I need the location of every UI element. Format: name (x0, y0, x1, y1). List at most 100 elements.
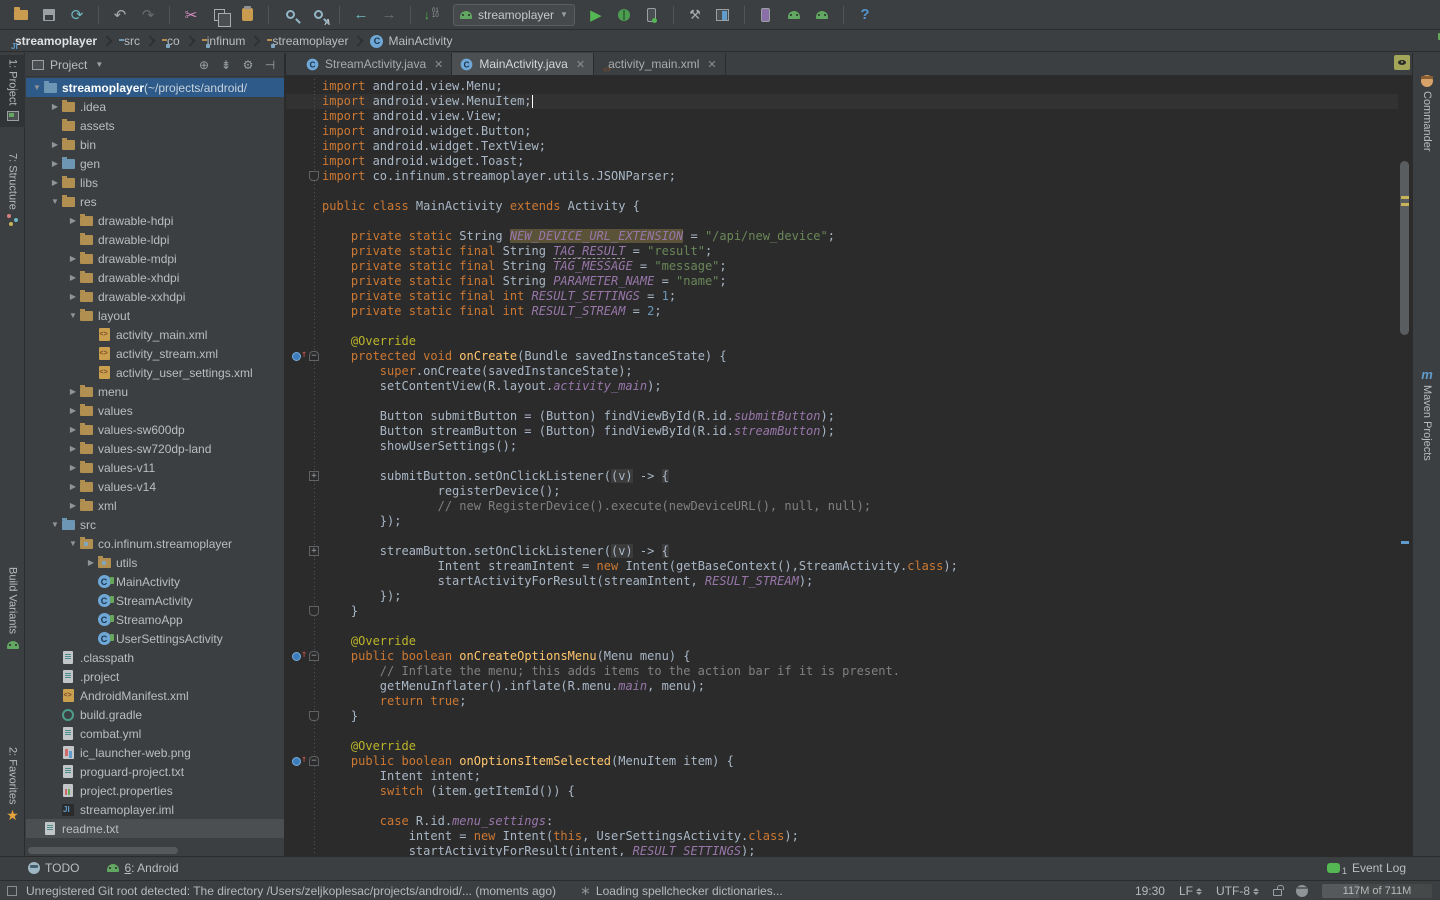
code-line[interactable]: import android.view.View; (286, 109, 1398, 124)
tree-expand-arrow[interactable]: ▶ (68, 501, 78, 510)
tree-expand-arrow[interactable]: ▶ (68, 463, 78, 472)
warning-stripe-mark[interactable] (1401, 203, 1409, 206)
tree-expand-arrow[interactable]: ▶ (50, 159, 60, 168)
tree-item[interactable]: ▶drawable-hdpi (26, 211, 284, 230)
find-icon[interactable] (279, 4, 301, 26)
code-line[interactable]: Intent intent; (286, 769, 1398, 784)
open-icon[interactable] (10, 4, 32, 26)
code-line[interactable]: switch (item.getItemId()) { (286, 784, 1398, 799)
close-icon[interactable]: ✕ (576, 58, 585, 71)
fold-marker[interactable]: − (308, 349, 322, 364)
chevron-down-icon[interactable]: ▼ (95, 60, 103, 69)
hector-inspector-icon[interactable] (1296, 885, 1308, 897)
code-line[interactable]: }); (286, 589, 1398, 604)
tree-item[interactable]: CMainActivity (26, 572, 284, 591)
code-line[interactable] (286, 529, 1398, 544)
tree-item[interactable]: ▼src (26, 515, 284, 534)
code-line[interactable]: private static final String PARAMETER_NA… (286, 274, 1398, 289)
code-line[interactable]: setContentView(R.layout.activity_main); (286, 379, 1398, 394)
code-line[interactable]: return true; (286, 694, 1398, 709)
encoding-select[interactable]: UTF-8 (1216, 884, 1259, 898)
code-line[interactable]: import android.widget.Button; (286, 124, 1398, 139)
tree-expand-arrow[interactable]: ▶ (68, 292, 78, 301)
tree-expand-arrow[interactable]: ▼ (50, 520, 60, 529)
copy-icon[interactable] (208, 4, 230, 26)
forward-icon[interactable]: → (378, 4, 400, 26)
tree-item[interactable]: assets (26, 116, 284, 135)
code-line[interactable]: ↑− protected void onCreate(Bundle savedI… (286, 349, 1398, 364)
redo-icon[interactable]: ↷ (137, 4, 159, 26)
code-line[interactable]: import android.view.Menu; (286, 79, 1398, 94)
tree-expand-arrow[interactable]: ▶ (68, 254, 78, 263)
warning-stripe-mark[interactable] (1401, 196, 1409, 199)
editor-tab[interactable]: activity_main.xml✕ (594, 53, 726, 75)
tree-item[interactable]: ▶xml (26, 496, 284, 515)
code-line[interactable]: ↑− public boolean onCreateOptionsMenu(Me… (286, 649, 1398, 664)
tree-expand-arrow[interactable]: ▶ (50, 140, 60, 149)
sidebar-tab-maven[interactable]: m Maven Projects (1413, 363, 1440, 465)
tree-item[interactable]: ▶drawable-mdpi (26, 249, 284, 268)
tree-item[interactable]: ▶values-sw600dp (26, 420, 284, 439)
code-line[interactable]: } (286, 709, 1398, 724)
undo-icon[interactable]: ↶ (109, 4, 131, 26)
fold-marker[interactable]: + (308, 469, 322, 484)
tree-item[interactable]: AndroidManifest.xml (26, 686, 284, 705)
tree-item[interactable]: ▼res (26, 192, 284, 211)
breadcrumb-item[interactable]: src (117, 31, 142, 52)
override-gutter-icon[interactable]: ↑ (286, 349, 308, 364)
tree-item[interactable]: ▶drawable-xhdpi (26, 268, 284, 287)
history-icon[interactable]: 0110 (421, 4, 443, 26)
fold-marker[interactable]: − (308, 649, 322, 664)
fold-marker[interactable] (308, 604, 322, 619)
synchronize-icon[interactable]: ⟳ (66, 4, 88, 26)
tree-item[interactable]: proguard-project.txt (26, 762, 284, 781)
code-line[interactable]: import android.widget.Toast; (286, 154, 1398, 169)
back-icon[interactable]: ← (350, 4, 372, 26)
event-log-button[interactable]: 1 Event Log (1327, 860, 1406, 876)
tree-expand-arrow[interactable]: ▶ (68, 406, 78, 415)
editor-scrollbar[interactable] (1398, 79, 1412, 856)
run-icon[interactable]: ▶ (585, 4, 607, 26)
tree-expand-arrow[interactable]: ▶ (68, 273, 78, 282)
settings-gear-icon[interactable]: ⚙ (240, 58, 256, 72)
tree-item[interactable]: CUserSettingsActivity (26, 629, 284, 648)
override-gutter-icon[interactable]: ↑ (286, 649, 308, 664)
info-stripe-mark[interactable] (1401, 541, 1409, 544)
status-message[interactable]: Unregistered Git root detected: The dire… (26, 884, 556, 898)
sidebar-tab-structure[interactable]: 7: Structure (0, 149, 25, 230)
code-line[interactable] (286, 394, 1398, 409)
code-line[interactable]: intent = new Intent(this, UserSettingsAc… (286, 829, 1398, 844)
tree-item[interactable]: ▶libs (26, 173, 284, 192)
tree-item[interactable]: ▶.idea (26, 97, 284, 116)
cut-icon[interactable]: ✂ (180, 4, 202, 26)
code-line[interactable]: @Override (286, 634, 1398, 649)
tree-item[interactable]: .project (26, 667, 284, 686)
paste-icon[interactable] (236, 4, 258, 26)
tree-item[interactable]: .classpath (26, 648, 284, 667)
code-line[interactable] (286, 214, 1398, 229)
sidebar-tab-commander[interactable]: Commander (1413, 71, 1440, 156)
tree-item[interactable]: activity_main.xml (26, 325, 284, 344)
breadcrumb-item[interactable]: co (160, 31, 182, 52)
tree-expand-arrow[interactable]: ▶ (50, 178, 60, 187)
tree-item[interactable]: CStreamoApp (26, 610, 284, 629)
code-line[interactable]: import android.widget.TextView; (286, 139, 1398, 154)
tree-item[interactable]: drawable-ldpi (26, 230, 284, 249)
code-line[interactable]: super.onCreate(savedInstanceState); (286, 364, 1398, 379)
tree-expand-arrow[interactable]: ▼ (32, 83, 42, 92)
code-line[interactable]: Button submitButton = (Button) findViewB… (286, 409, 1398, 424)
breadcrumb-item[interactable]: infinum (200, 31, 248, 52)
code-line[interactable]: private static String NEW_DEVICE_URL_EXT… (286, 229, 1398, 244)
avd-manager-icon[interactable] (712, 4, 734, 26)
hide-panel-icon[interactable]: ⊣ (262, 58, 278, 72)
tree-item[interactable]: activity_user_settings.xml (26, 363, 284, 382)
code-line[interactable]: private static final String TAG_MESSAGE … (286, 259, 1398, 274)
tree-item[interactable]: ▶gen (26, 154, 284, 173)
code-line[interactable]: Button streamButton = (Button) findViewB… (286, 424, 1398, 439)
tree-item[interactable]: project.properties (26, 781, 284, 800)
locate-icon[interactable]: ⊕ (196, 58, 212, 72)
tree-expand-arrow[interactable]: ▼ (50, 197, 60, 206)
code-line[interactable]: startActivityForResult(intent, RESULT_SE… (286, 844, 1398, 856)
code-editor[interactable]: import android.view.Menu; import android.… (286, 79, 1398, 856)
tree-item[interactable]: activity_stream.xml (26, 344, 284, 363)
